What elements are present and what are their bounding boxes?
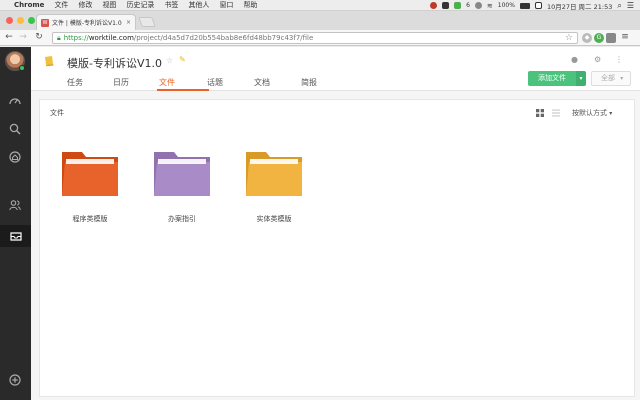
- tab-tasks[interactable]: 任务: [67, 77, 113, 91]
- folder-item[interactable]: 实体类模版: [244, 150, 304, 230]
- battery-percent: 100%: [497, 2, 515, 9]
- project-book-icon: [45, 56, 54, 67]
- menu-people[interactable]: 其他人: [188, 0, 209, 10]
- files-heading: 文件: [50, 109, 64, 117]
- minimize-window-button[interactable]: [17, 17, 24, 24]
- menu-edit[interactable]: 修改: [78, 0, 92, 10]
- extension-square-icon[interactable]: [606, 33, 616, 43]
- browser-tab-title: 文件 | 模版-专利诉讼V1.0 - ...: [52, 20, 123, 27]
- record-icon[interactable]: [430, 2, 438, 9]
- members-icon[interactable]: ●: [571, 55, 578, 64]
- dashboard-icon[interactable]: [7, 93, 23, 109]
- lock-icon: 🔒︎: [57, 33, 61, 42]
- wechat-badge: 6: [466, 2, 470, 9]
- wechat-icon[interactable]: [454, 2, 462, 9]
- tab-files[interactable]: 文件: [157, 77, 209, 91]
- address-bar[interactable]: 🔒︎ https:// worktile.com /project/d4a5d7…: [52, 32, 578, 44]
- menu-file[interactable]: 文件: [54, 0, 68, 10]
- contacts-icon[interactable]: [7, 197, 23, 213]
- bookmark-star-icon[interactable]: ☆: [565, 33, 573, 43]
- settings-gear-icon[interactable]: ⚙: [594, 55, 601, 64]
- folder-name: 实体类模版: [256, 215, 292, 223]
- browser-tab-strip: W 文件 | 模版-专利诉讼V1.0 - ... ×: [0, 11, 640, 30]
- folder-front: [154, 162, 210, 196]
- worktile-favicon: W: [41, 18, 49, 27]
- folder-name: 程序类模版: [72, 215, 108, 223]
- pin-project-icon[interactable]: ✎: [179, 55, 186, 64]
- folder-item[interactable]: 办案指引: [152, 150, 212, 230]
- url-host: worktile.com: [88, 34, 134, 42]
- menu-help[interactable]: 帮助: [243, 0, 257, 10]
- sort-label: 按默认方式: [572, 109, 607, 117]
- menubar-clock[interactable]: 10月27日 周二 21:53: [547, 1, 612, 11]
- folder-icon: [154, 152, 210, 196]
- reload-icon[interactable]: ↻: [34, 32, 44, 42]
- menu-view[interactable]: 视图: [102, 0, 116, 10]
- project-header: 模版-专利诉讼V1.0 ☆ ✎ ● ⚙ ⋮ 任务 日历 文件 话题 文档 简报 …: [31, 47, 640, 91]
- tab-reports[interactable]: 简报: [301, 77, 341, 91]
- list-view-icon[interactable]: [552, 109, 560, 117]
- filter-all-dropdown[interactable]: 全部 ▾: [591, 71, 631, 86]
- files-panel: 文件 按默认方式 ▾ 程序类模版 办案指引 实体类模版: [39, 99, 635, 397]
- extension-icon[interactable]: ◆: [582, 33, 592, 43]
- menu-history[interactable]: 历史记录: [126, 0, 154, 10]
- add-circle-icon[interactable]: [7, 372, 23, 388]
- folder-icon: [246, 152, 302, 196]
- wifi-icon[interactable]: ≋: [487, 2, 493, 10]
- folder-item[interactable]: 程序类模版: [60, 150, 120, 230]
- tab-topics[interactable]: 话题: [207, 77, 254, 91]
- chevron-down-icon: ▾: [620, 75, 624, 82]
- filter-all-label: 全部: [601, 74, 615, 82]
- url-path: /project/d4a5d7d20b554bab8e6fd48bb79c43f…: [133, 34, 314, 42]
- user-avatar[interactable]: [5, 51, 25, 71]
- folder-front: [62, 162, 118, 196]
- browser-tab-active[interactable]: W 文件 | 模版-专利诉讼V1.0 - ... ×: [36, 14, 136, 30]
- project-title[interactable]: 模版-专利诉讼V1.0: [67, 55, 162, 71]
- close-window-button[interactable]: [6, 17, 13, 24]
- menu-app-name[interactable]: Chrome: [14, 1, 44, 9]
- grammarly-extension-icon[interactable]: G: [594, 33, 604, 43]
- project-tabs: 任务 日历 文件 话题 文档 简报: [67, 77, 341, 91]
- chrome-menu-icon[interactable]: ≡: [620, 32, 630, 42]
- sort-dropdown[interactable]: 按默认方式 ▾: [572, 108, 612, 118]
- browser-toolbar: ← → ↻ 🔒︎ https:// worktile.com /project/…: [0, 30, 640, 46]
- maximize-window-button[interactable]: [28, 17, 35, 24]
- grid-view-icon[interactable]: [536, 109, 544, 117]
- forward-arrow-icon[interactable]: →: [18, 32, 28, 42]
- star-project-icon[interactable]: ☆: [166, 56, 173, 65]
- tab-documents[interactable]: 文档: [254, 77, 301, 91]
- folder-icon: [62, 152, 118, 196]
- input-method-icon[interactable]: [534, 2, 542, 9]
- tab-calendar[interactable]: 日历: [113, 77, 159, 91]
- window-controls: [6, 17, 35, 24]
- folder-name: 办案指引: [168, 215, 196, 223]
- add-file-dropdown-icon[interactable]: ▾: [576, 71, 586, 86]
- macos-menubar: Chrome 文件 修改 视图 历史记录 书签 其他人 窗口 帮助 6 ≋ 10…: [0, 0, 640, 11]
- close-tab-icon[interactable]: ×: [126, 19, 131, 26]
- menu-window[interactable]: 窗口: [219, 0, 233, 10]
- menubar-extra-icon[interactable]: [474, 2, 482, 9]
- app-sidebar: [0, 47, 31, 400]
- more-options-icon[interactable]: ⋮: [615, 55, 623, 64]
- back-arrow-icon[interactable]: ←: [4, 32, 14, 42]
- url-scheme: https://: [63, 34, 89, 42]
- battery-icon[interactable]: [519, 2, 530, 9]
- chevron-down-icon: ▾: [609, 110, 613, 117]
- folder-front: [246, 162, 302, 196]
- menu-bookmarks[interactable]: 书签: [164, 0, 178, 10]
- projects-icon[interactable]: [7, 149, 23, 165]
- search-icon[interactable]: [7, 121, 23, 137]
- main-content: 模版-专利诉讼V1.0 ☆ ✎ ● ⚙ ⋮ 任务 日历 文件 话题 文档 简报 …: [31, 47, 640, 400]
- notification-center-icon[interactable]: ☰: [627, 1, 634, 10]
- spotlight-icon[interactable]: ⌕: [617, 1, 621, 11]
- online-status-dot: [19, 65, 25, 71]
- new-tab-button[interactable]: [138, 17, 156, 27]
- inbox-icon[interactable]: [0, 225, 31, 247]
- add-file-button[interactable]: 添加文件: [528, 71, 576, 86]
- app-status-icon[interactable]: [442, 2, 450, 9]
